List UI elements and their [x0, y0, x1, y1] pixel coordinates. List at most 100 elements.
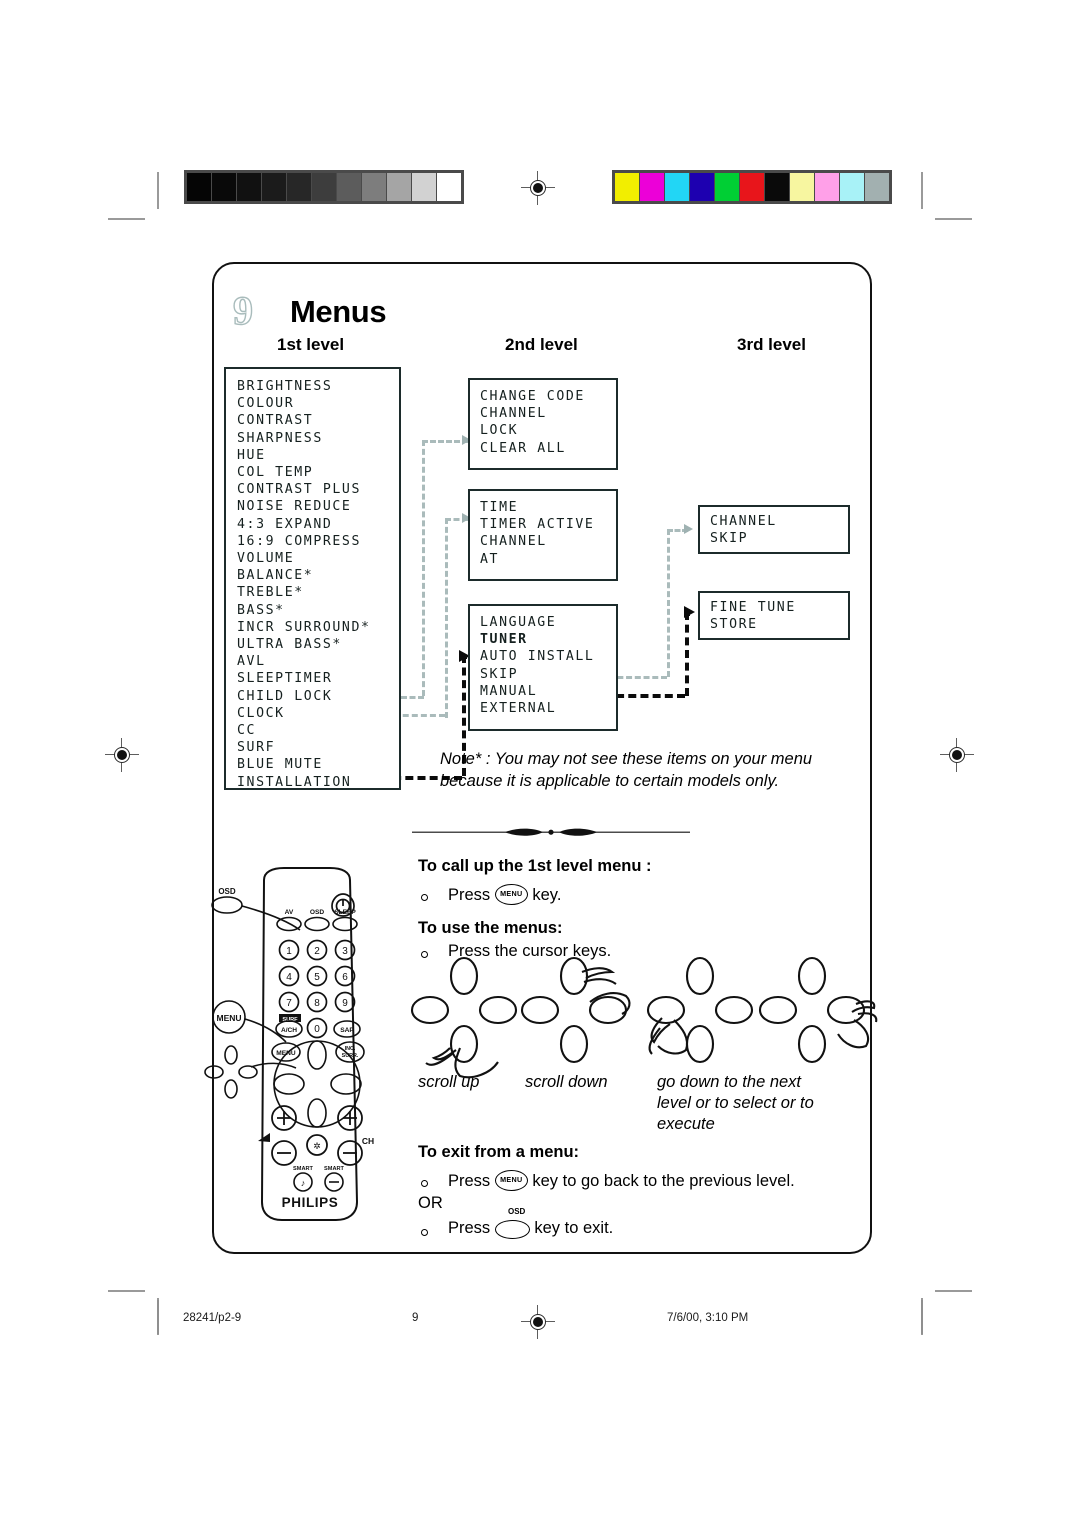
- registration-mark-left: [105, 738, 139, 772]
- calibration-swatch-3: [262, 173, 286, 201]
- menu-list-child-lock: CHANGE CODE CHANNEL LOCK CLEAR ALL: [470, 380, 616, 457]
- svg-text:4: 4: [286, 972, 292, 983]
- bullet-exit-2: [421, 1229, 428, 1236]
- footer-rule-right: [921, 1300, 923, 1334]
- menu-list-installation: LANGUAGE TUNER AUTO INSTALL SKIP MANUAL EXTER…: [470, 606, 616, 717]
- menu-item[interactable]: 4:3 EXPAND: [237, 516, 399, 533]
- calibration-swatch-10: [437, 173, 461, 201]
- menu-item[interactable]: CHANNEL: [710, 513, 848, 530]
- connector-arrow-to-fine-tune: [684, 606, 695, 618]
- grayscale-calibration-bar: [184, 170, 464, 204]
- menu-item[interactable]: AT: [480, 551, 616, 568]
- remote-ch-label: CH: [362, 1136, 374, 1146]
- menu-item[interactable]: NOISE REDUCE: [237, 498, 399, 515]
- svg-text:2: 2: [314, 946, 320, 957]
- crop-mark-bottom-left-horizontal: [108, 1290, 145, 1292]
- menu-item[interactable]: SKIP: [710, 530, 848, 547]
- remote-callout-menu-label: MENU: [216, 1013, 241, 1023]
- calibration-swatch-5: [312, 173, 336, 201]
- footer-timestamp: 7/6/00, 3:10 PM: [667, 1312, 749, 1324]
- section-divider: [412, 826, 690, 838]
- remote-brand-label: PHILIPS: [282, 1195, 339, 1210]
- menu-item[interactable]: TIME: [480, 499, 616, 516]
- calibration-swatch-1: [212, 173, 236, 201]
- connector-childlock-trunk: [422, 440, 425, 696]
- menu-item[interactable]: MANUAL: [480, 683, 616, 700]
- menu-item[interactable]: BLUE MUTE: [237, 756, 399, 773]
- svg-text:♪: ♪: [301, 1178, 306, 1188]
- menu-item[interactable]: AUTO INSTALL: [480, 648, 616, 665]
- menu-item[interactable]: SKIP: [480, 666, 616, 683]
- calibration-swatch-9: [840, 173, 864, 201]
- remote-button-av-label: AV: [285, 909, 294, 916]
- menu-item[interactable]: FINE TUNE: [710, 599, 848, 616]
- calibration-swatch-0: [187, 173, 211, 201]
- menu-item[interactable]: CHANNEL: [480, 405, 616, 422]
- press-label-exit-2: Press: [448, 1219, 491, 1237]
- cursor-diagram-scroll-down: [520, 956, 637, 1064]
- menu-item[interactable]: INSTALLATION: [237, 774, 399, 791]
- instruction-heading-exit: To exit from a menu:: [418, 1143, 580, 1161]
- key-label-exit-2: key to exit.: [534, 1219, 614, 1237]
- remote-button-osd-label: OSD: [310, 909, 325, 916]
- menu-item[interactable]: CHILD LOCK: [237, 688, 399, 705]
- menu-key-icon-exit: MENU: [494, 1170, 528, 1191]
- remote-smart-sound-label: SMART: [293, 1166, 313, 1172]
- press-label-exit-1: Press: [448, 1171, 491, 1190]
- menu-item[interactable]: CONTRAST PLUS: [237, 481, 399, 498]
- menu-item[interactable]: LANGUAGE: [480, 614, 616, 631]
- connector-skip-vertical: [667, 529, 670, 677]
- menu-item[interactable]: CHANNEL: [480, 533, 616, 550]
- menu-item[interactable]: TIMER ACTIVE: [480, 516, 616, 533]
- cursor-diagram-go-down-right: [758, 956, 878, 1064]
- menu-item[interactable]: INCR SURROUND*: [237, 619, 399, 636]
- menu-item[interactable]: CLOCK: [237, 705, 399, 722]
- instruction-heading-use: To use the menus:: [418, 919, 563, 937]
- remote-volume-icon: [258, 1133, 270, 1142]
- menu-item[interactable]: BASS*: [237, 602, 399, 619]
- bullet-use: [421, 951, 428, 958]
- menu-item[interactable]: COLOUR: [237, 395, 399, 412]
- menu-item[interactable]: CC: [237, 722, 399, 739]
- menu-item[interactable]: HUE: [237, 447, 399, 464]
- remote-button-menu-label: MENU: [276, 1050, 296, 1057]
- menu-item[interactable]: STORE: [710, 616, 848, 633]
- menu-item[interactable]: CLEAR ALL: [480, 440, 616, 457]
- menu-item[interactable]: BALANCE*: [237, 567, 399, 584]
- menu-item[interactable]: AVL: [237, 653, 399, 670]
- menu-key-icon-callup: MENU: [494, 884, 528, 905]
- svg-text:1: 1: [286, 946, 292, 957]
- connector-arrow-to-channel-skip: [684, 524, 693, 534]
- cursor-diagram-scroll-up: [410, 956, 518, 1079]
- menu-item[interactable]: LOCK: [480, 422, 616, 439]
- menu-item[interactable]: BRIGHTNESS: [237, 378, 399, 395]
- menu-item[interactable]: EXTERNAL: [480, 700, 616, 717]
- remote-control-illustration: OSD MENU AV OSD SLEEP 123 456 7 8 9 0 SU…: [200, 862, 410, 1254]
- calibration-swatch-3: [690, 173, 714, 201]
- instruction-heading-callup: To call up the 1st level menu :: [418, 857, 652, 875]
- menu-item[interactable]: CHANGE CODE: [480, 388, 616, 405]
- menu-item[interactable]: SLEEPTIMER: [237, 670, 399, 687]
- svg-text:8: 8: [314, 998, 320, 1009]
- crop-mark-top-right-horizontal: [935, 218, 972, 220]
- instruction-step-exit-1: Press MENU key to go back to the previou…: [448, 1170, 795, 1192]
- menu-box-fine-tune: FINE TUNE STORE: [698, 591, 850, 640]
- calibration-swatch-1: [640, 173, 664, 201]
- menu-item[interactable]: SURF: [237, 739, 399, 756]
- menu-item[interactable]: ULTRA BASS*: [237, 636, 399, 653]
- menu-item[interactable]: COL TEMP: [237, 464, 399, 481]
- osd-key-icon-label: OSD: [508, 1207, 526, 1216]
- menu-box-1st-level: BRIGHTNESS COLOUR CONTRAST SHARPNESS HUE COL …: [224, 367, 401, 790]
- menu-item[interactable]: VOLUME: [237, 550, 399, 567]
- menu-item[interactable]: TREBLE*: [237, 584, 399, 601]
- calibration-swatch-0: [615, 173, 639, 201]
- menu-item[interactable]: 16:9 COMPRESS: [237, 533, 399, 550]
- footer-file-id: 28241/p2-9: [183, 1312, 242, 1324]
- crop-mark-top-left-horizontal: [108, 218, 145, 220]
- menu-item[interactable]: TUNER: [480, 631, 616, 648]
- menu-item[interactable]: CONTRAST: [237, 412, 399, 429]
- cursor-diagram-go-down-left: [646, 956, 758, 1064]
- svg-text:6: 6: [342, 972, 348, 983]
- menu-item[interactable]: SHARPNESS: [237, 430, 399, 447]
- remote-mute-icon: ✲: [313, 1141, 321, 1151]
